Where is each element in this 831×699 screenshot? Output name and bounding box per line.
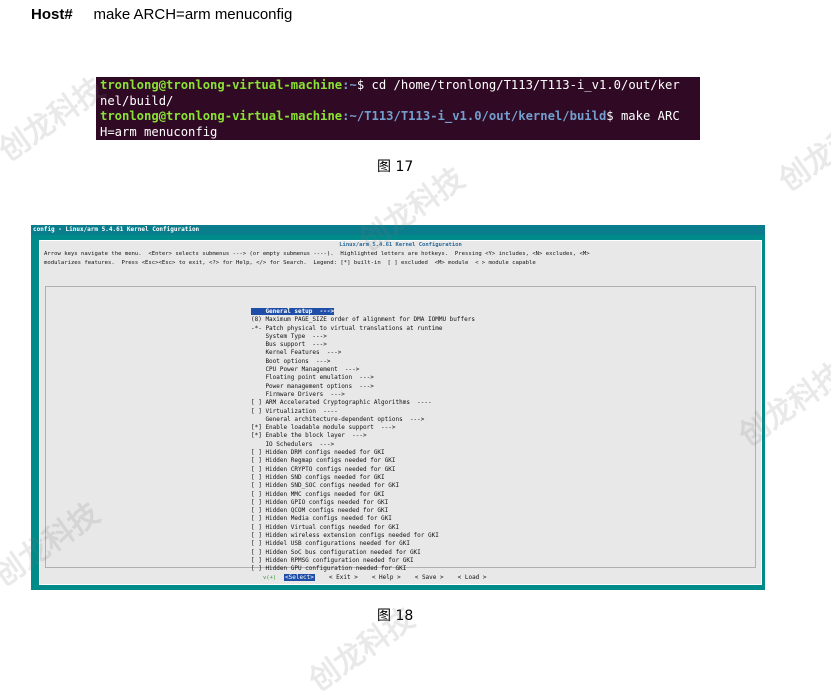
menu-item[interactable]: Bus support --->: [251, 341, 475, 349]
menu-item[interactable]: General architecture-dependent options -…: [251, 416, 475, 424]
terminal-screenshot: tronlong@tronlong-virtual-machine:~$ cd …: [96, 77, 700, 140]
menuconfig-screenshot: config - Linux/arm 5.4.61 Kernel Configu…: [31, 225, 765, 590]
dialog-title: Linux/arm 5.4.61 Kernel Configuration: [339, 242, 462, 248]
menu-item[interactable]: General setup --->: [251, 308, 475, 316]
menu-item[interactable]: Boot options --->: [251, 358, 475, 366]
watermark: 创龙科技: [0, 71, 112, 169]
menu-list: General setup ---> (8) Maximum PAGE_SIZE …: [251, 308, 475, 574]
more-indicator: v(+): [263, 575, 277, 581]
menu-item[interactable]: [ ] Hidden SND_SOC configs needed for GK…: [251, 482, 475, 490]
menu-item[interactable]: -*- Patch physical to virtual translatio…: [251, 325, 475, 333]
menu-item[interactable]: System Type --->: [251, 333, 475, 341]
menu-item[interactable]: IO Schedulers --->: [251, 441, 475, 449]
menu-item[interactable]: [ ] Hiddel USB configurations needed for…: [251, 540, 475, 548]
terminal-user: tronlong@tronlong-virtual-machine: [100, 78, 343, 92]
menu-item[interactable]: Kernel Features --->: [251, 349, 475, 357]
window-title: config - Linux/arm 5.4.61 Kernel Configu…: [31, 225, 765, 235]
menu-item[interactable]: Firmware Drivers --->: [251, 391, 475, 399]
help-text: Arrow keys navigate the menu. <Enter> se…: [44, 250, 590, 267]
button-row: <Select> < Exit > < Help > < Save > < Load >: [284, 574, 501, 581]
menu-item[interactable]: [ ] Hidden MMC configs needed for GKI: [251, 491, 475, 499]
menu-item[interactable]: [ ] Hidden SND configs needed for GKI: [251, 474, 475, 482]
menu-box: General setup ---> (8) Maximum PAGE_SIZE …: [45, 286, 756, 581]
command-text: make ARCH=arm menuconfig: [93, 6, 293, 23]
menu-button-load[interactable]: < Load >: [458, 574, 487, 581]
host-label: Host#: [31, 6, 73, 23]
menu-item[interactable]: [ ] Hidden GPU configuration needed for …: [251, 565, 475, 573]
terminal-user: tronlong@tronlong-virtual-machine: [100, 109, 343, 123]
menu-button-select[interactable]: <Select>: [284, 574, 315, 581]
host-command: Host# make ARCH=arm menuconfig: [31, 6, 292, 23]
menuconfig-dialog: Linux/arm 5.4.61 Kernel Configuration Ar…: [39, 240, 762, 585]
terminal-command: $ make ARC: [606, 109, 680, 123]
menu-item[interactable]: [ ] ARM Accelerated Cryptographic Algori…: [251, 399, 475, 407]
figure-caption: 图 17: [377, 159, 414, 175]
menu-item[interactable]: [*] Enable loadable module support --->: [251, 424, 475, 432]
menu-item[interactable]: (8) Maximum PAGE_SIZE order of alignment…: [251, 316, 475, 324]
terminal-command: nel/build/: [100, 93, 174, 108]
watermark: 创龙科技: [772, 101, 831, 199]
menu-button-help[interactable]: < Help >: [372, 574, 401, 581]
menu-item[interactable]: [*] Enable the block layer --->: [251, 432, 475, 440]
menu-item[interactable]: [ ] Hidden QCOM configs needed for GKI: [251, 507, 475, 515]
menu-item[interactable]: [ ] Hidden Regmap configs needed for GKI: [251, 457, 475, 465]
menu-button-exit[interactable]: < Exit >: [329, 574, 358, 581]
terminal-command: H=arm menuconfig: [100, 124, 218, 139]
menu-button-save[interactable]: < Save >: [415, 574, 444, 581]
menu-item[interactable]: Floating point emulation --->: [251, 374, 475, 382]
help-line: modularizes features. Press <Esc><Esc> t…: [44, 259, 536, 266]
menu-item[interactable]: Power management options --->: [251, 383, 475, 391]
menu-item[interactable]: [ ] Hidden GPIO configs needed for GKI: [251, 499, 475, 507]
menu-item[interactable]: [ ] Hidden CRYPTO configs needed for GKI: [251, 466, 475, 474]
menu-item[interactable]: [ ] Virtualization ----: [251, 408, 475, 416]
menu-item-label: General setup --->: [251, 308, 335, 315]
menu-item[interactable]: [ ] Hidden DRM configs needed for GKI: [251, 449, 475, 457]
menu-item[interactable]: [ ] Hidden wireless extension configs ne…: [251, 532, 475, 540]
figure-caption: 图 18: [377, 608, 414, 624]
terminal-command: $ cd /home/tronlong/T113/T113-i_v1.0/out…: [356, 78, 680, 92]
menu-item[interactable]: [ ] Hidden Virtual configs needed for GK…: [251, 524, 475, 532]
help-line: Arrow keys navigate the menu. <Enter> se…: [44, 251, 590, 257]
menu-item[interactable]: [ ] Hidden SoC bus configuration needed …: [251, 549, 475, 557]
terminal-path: :~: [342, 78, 357, 92]
menu-item[interactable]: [ ] Hidden RPMSG configuration needed fo…: [251, 557, 475, 565]
menu-item[interactable]: CPU Power Management --->: [251, 366, 475, 374]
menu-item[interactable]: [ ] Hidden Media configs needed for GKI: [251, 515, 475, 523]
terminal-path: :~/T113/T113-i_v1.0/out/kernel/build: [342, 109, 607, 123]
